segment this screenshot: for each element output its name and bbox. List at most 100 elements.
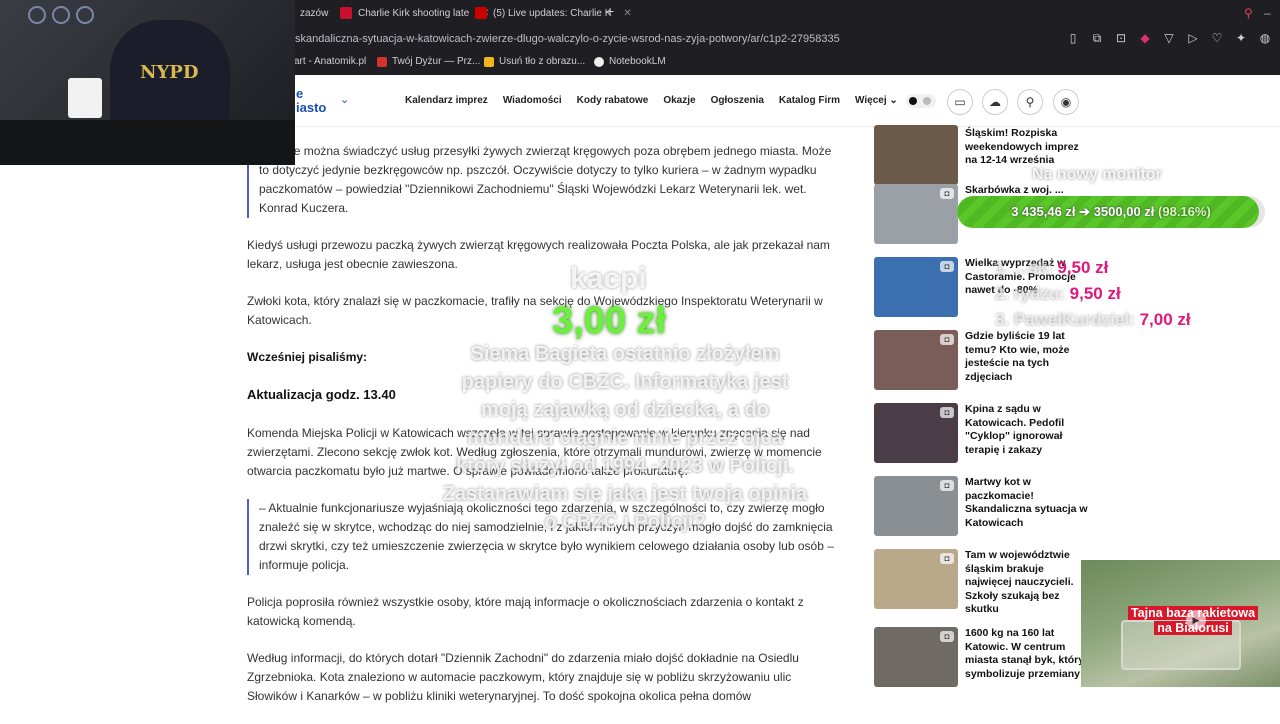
- bookmark-3-label: Usuń tło z obrazu...: [499, 56, 586, 67]
- goal-progress-text: 3 435,46 zł ➔ 3500,00 zł (98.16%): [957, 196, 1265, 228]
- paragraph-1: Kiedyś usługi przewozu paczką żywych zwi…: [247, 238, 830, 271]
- profile-icon[interactable]: ◍: [1258, 31, 1272, 46]
- top-donor-3-value: 7,00 zł: [1139, 310, 1191, 329]
- goal-percent: (98.16%): [1158, 204, 1211, 219]
- close-icon[interactable]: ✕: [623, 8, 631, 19]
- paragraph-4: Policja poprosiła również wszystkie osob…: [247, 595, 804, 628]
- related-thumbnail[interactable]: ◘: [874, 627, 958, 687]
- goal-arrow-icon: ➔: [1079, 204, 1094, 219]
- top-donor-1-value: 9,50 zł: [1057, 258, 1109, 277]
- donation-donor: kacpi: [570, 262, 647, 295]
- related-title[interactable]: Kpina z sądu w Katowicach. Pedofil "Cykl…: [965, 403, 1090, 457]
- related-item[interactable]: ◘ 1600 kg na 160 lat Katowic. W centrum …: [872, 627, 1087, 693]
- screenshot-icon[interactable]: ⧉: [1090, 31, 1104, 46]
- related-item[interactable]: ◘ Gdzie byliście 19 lat temu? Kto wie, m…: [872, 330, 1087, 396]
- related-thumbnail[interactable]: ◘: [874, 403, 958, 463]
- top-donor-2-name: 2. rydzu:: [995, 284, 1065, 303]
- nav-wiadomosci[interactable]: Wiadomości: [503, 95, 562, 106]
- camera-icon: ◘: [940, 334, 954, 345]
- related-title[interactable]: Martwy kot w paczkomacie! Skandaliczna s…: [965, 476, 1090, 530]
- camera-icon: ◘: [940, 407, 954, 418]
- camera-icon: ◘: [940, 261, 954, 272]
- pocket-icon[interactable]: ◆: [1138, 31, 1152, 46]
- related-thumbnail[interactable]: ◘: [874, 184, 958, 244]
- mug: [68, 78, 102, 118]
- send-icon[interactable]: ▷: [1186, 31, 1200, 46]
- bookmark-icon[interactable]: ⊡: [1114, 31, 1128, 46]
- goal-title: Na nowy monitor: [1032, 166, 1162, 183]
- nav-katalog[interactable]: Katalog Firm: [779, 95, 840, 106]
- related-thumbnail[interactable]: [874, 125, 958, 185]
- heart-icon[interactable]: ♡: [1210, 31, 1224, 46]
- search-icon[interactable]: ⚲: [1017, 89, 1043, 115]
- donation-amount: 3,00 zł: [552, 300, 667, 342]
- quote-block-1: cnie nie można świadczyć usług przesyłki…: [247, 142, 837, 218]
- goal-current: 3 435,46 zł: [1011, 204, 1076, 219]
- bookmark-4[interactable]: NotebookLM: [594, 56, 666, 67]
- flow-icon[interactable]: ▽: [1162, 31, 1176, 46]
- camera-icon: ◘: [940, 188, 954, 199]
- bookmark-1-label: art - Anatomik.pl: [294, 56, 367, 67]
- tab-3-label: (5) Live updates: Charlie K: [493, 7, 612, 19]
- related-thumbnail[interactable]: ◘: [874, 257, 958, 317]
- tab-3-favicon-icon: [475, 7, 487, 19]
- bookmark-4-label: NotebookLM: [609, 56, 666, 67]
- user-icon[interactable]: ◉: [1053, 89, 1079, 115]
- bookmark-2-favicon-icon: [377, 56, 387, 67]
- tab-2-favicon-icon: [340, 7, 352, 19]
- reader-icon[interactable]: ▯: [1066, 31, 1080, 46]
- light-dot-icon: [909, 97, 917, 105]
- related-thumbnail[interactable]: ◘: [874, 476, 958, 536]
- tv-icon[interactable]: ▭: [947, 89, 973, 115]
- wall-badge-icon: [76, 6, 94, 24]
- site-logo[interactable]: e iasto: [296, 87, 326, 115]
- moon-icon: [923, 97, 931, 105]
- minimize-icon[interactable]: –: [1264, 6, 1271, 20]
- related-item[interactable]: ◘ Tam w województwie śląskim brakuje naj…: [872, 549, 1087, 615]
- goal-target: 3500,00 zł: [1093, 204, 1155, 219]
- new-tab-button[interactable]: +: [598, 3, 622, 19]
- search-tabs-icon[interactable]: ⚲: [1244, 6, 1253, 20]
- bookmark-4-favicon-icon: [594, 56, 604, 67]
- top-donor-2-value: 9,50 zł: [1069, 284, 1121, 303]
- theme-toggle[interactable]: [906, 94, 936, 108]
- bookmark-2[interactable]: Twój Dyżur — Prz...: [377, 56, 480, 67]
- extensions-icon[interactable]: ✦: [1234, 31, 1248, 46]
- related-title[interactable]: 1600 kg na 160 lat Katowic. W centrum mi…: [965, 627, 1090, 681]
- bookmark-1[interactable]: art - Anatomik.pl: [294, 56, 366, 67]
- bookmark-3-favicon-icon: [484, 56, 494, 67]
- webcam-overlay: NYPD: [0, 0, 295, 165]
- related-item[interactable]: ◘ Kpina z sądu w Katowicach. Pedofil "Cy…: [872, 403, 1087, 469]
- play-icon[interactable]: ▶: [1186, 610, 1206, 630]
- wall-badge-icon: [28, 6, 46, 24]
- bookmark-3[interactable]: Usuń tło z obrazu...: [484, 56, 585, 67]
- top-donor-1: 1. ...sk: 9,50 zł: [995, 258, 1108, 278]
- chevron-down-icon[interactable]: ⌄: [340, 93, 349, 106]
- desk: [0, 120, 295, 165]
- nav-wiecej[interactable]: Więcej ⌄: [855, 95, 898, 106]
- wall-badge-icon: [52, 6, 70, 24]
- quote-1-text: cnie nie można świadczyć usług przesyłki…: [259, 144, 832, 215]
- related-title[interactable]: Śląskim! Rozpiska weekendowych imprez na…: [965, 127, 1090, 168]
- nav-kalendarz[interactable]: Kalendarz imprez: [405, 95, 488, 106]
- related-item[interactable]: ◘ Martwy kot w paczkomacie! Skandaliczna…: [872, 476, 1090, 542]
- related-thumbnail[interactable]: ◘: [874, 330, 958, 390]
- related-title[interactable]: Gdzie byliście 19 lat temu? Kto wie, moż…: [965, 330, 1090, 384]
- top-donor-1-name: 1. ...sk:: [995, 258, 1053, 277]
- nav-ogloszenia[interactable]: Ogłoszenia: [711, 95, 764, 106]
- donation-message: Siema Bagieta ostatnio złożyłem papiery …: [442, 343, 808, 533]
- nav-okazje[interactable]: Okazje: [663, 95, 695, 106]
- top-donor-3-name: 3. PawełKurdziel:: [995, 310, 1135, 329]
- related-title[interactable]: Tam w województwie śląskim brakuje najwi…: [965, 549, 1090, 617]
- related-thumbnail[interactable]: ◘: [874, 549, 958, 609]
- main-nav: Kalendarz imprez Wiadomości Kody rabatow…: [405, 95, 898, 106]
- logo-line-1: e: [296, 86, 304, 101]
- nav-kody[interactable]: Kody rabatowe: [577, 95, 649, 106]
- weather-icon[interactable]: ☁: [982, 89, 1008, 115]
- top-donor-2: 2. rydzu: 9,50 zł: [995, 284, 1121, 304]
- camera-icon: ◘: [940, 480, 954, 491]
- top-donor-3: 3. PawełKurdziel: 7,00 zł: [995, 310, 1191, 330]
- url-text[interactable]: skandaliczna-sytuacja-w-katowicach-zwier…: [295, 33, 840, 45]
- logo-line-2: iasto: [296, 100, 327, 115]
- toolbar-icons: ▯ ⧉ ⊡ ◆ ▽ ▷ ♡ ✦ ◍: [1066, 31, 1272, 46]
